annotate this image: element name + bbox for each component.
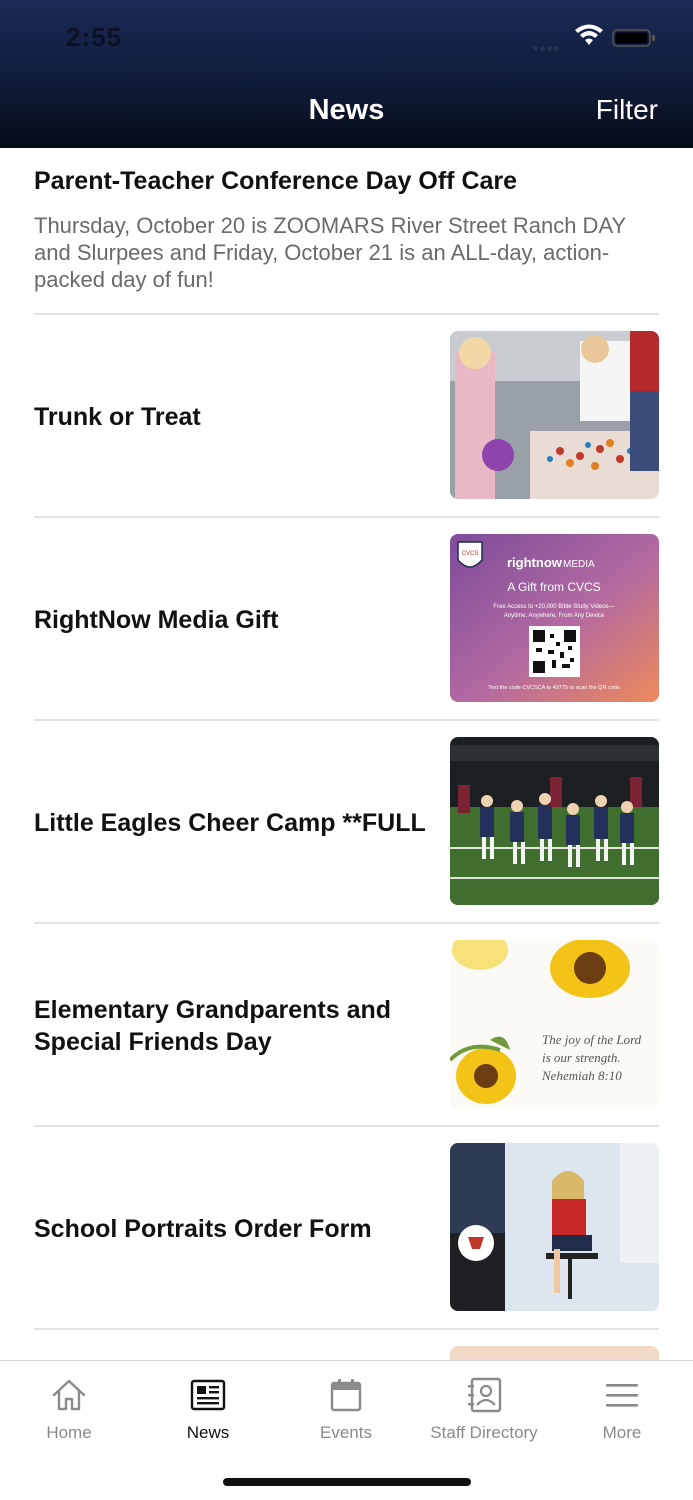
- news-item-title: Elementary Grandparents and Special Frie…: [34, 995, 392, 1056]
- news-item-cheer-camp[interactable]: Little Eagles Cheer Camp **FULL: [34, 721, 659, 924]
- hamburger-icon: [606, 1384, 638, 1407]
- news-item-rightnow-media[interactable]: RightNow Media Gift CVCS rightnow MEDIA …: [34, 518, 659, 721]
- tab-news[interactable]: News: [139, 1375, 277, 1443]
- wifi-icon: [575, 24, 603, 45]
- news-item-partial[interactable]: [34, 1330, 659, 1360]
- news-thumbnail-partial: [450, 1346, 659, 1360]
- tab-more[interactable]: More: [553, 1375, 691, 1443]
- tab-label: Home: [46, 1423, 92, 1442]
- svg-text:CVCS: CVCS: [462, 551, 479, 557]
- featured-news-item[interactable]: Parent-Teacher Conference Day Off Care T…: [34, 148, 659, 315]
- news-item-trunk-or-treat[interactable]: Trunk or Treat: [34, 315, 659, 518]
- news-thumbnail-school-portraits: [450, 1143, 659, 1311]
- tab-label: Events: [320, 1423, 372, 1442]
- news-thumbnail-trunk-or-treat: [450, 331, 659, 499]
- tab-staff-directory[interactable]: Staff Directory: [415, 1375, 553, 1443]
- svg-text:MEDIA: MEDIA: [563, 559, 595, 570]
- status-time: 2:55: [66, 22, 123, 52]
- tab-label: More: [602, 1423, 642, 1442]
- tab-label: News: [186, 1423, 230, 1442]
- svg-text:rightnow: rightnow: [507, 555, 563, 570]
- header: 2:55 News Filter: [0, 0, 693, 148]
- news-item-title: Trunk or Treat: [34, 402, 201, 431]
- contact-card-icon: [468, 1377, 502, 1413]
- news-item-title: RightNow Media Gift: [34, 605, 279, 634]
- news-thumbnail-cheer-camp: [450, 737, 659, 905]
- news-item-title: Little Eagles Cheer Camp **FULL: [34, 808, 426, 837]
- tab-home[interactable]: Home: [0, 1375, 138, 1443]
- svg-text:A Gift from CVCS: A Gift from CVCS: [507, 580, 600, 594]
- filter-button[interactable]: Filter: [596, 94, 658, 126]
- cellular-signal-icon: [533, 38, 567, 51]
- battery-icon: [612, 29, 655, 47]
- svg-text:is our strength.: is our strength.: [542, 1050, 621, 1065]
- tab-label: Staff Directory: [430, 1423, 538, 1442]
- svg-text:Text the code CVCSCA to 49775: Text the code CVCSCA to 49775 or scan th…: [488, 685, 620, 691]
- news-item-school-portraits[interactable]: School Portraits Order Form: [34, 1127, 659, 1330]
- news-thumbnail-grandparents-day: The joy of the Lord is our strength. Neh…: [450, 940, 659, 1108]
- home-indicator[interactable]: [223, 1478, 471, 1486]
- news-feed[interactable]: Parent-Teacher Conference Day Off Care T…: [0, 148, 693, 1360]
- newspaper-icon: [190, 1379, 226, 1411]
- svg-text:Anytime, Anywhere, From Any De: Anytime, Anywhere, From Any Device: [504, 613, 605, 619]
- calendar-icon: [330, 1379, 362, 1412]
- featured-summary: Thursday, October 20 is ZOOMARS River St…: [34, 213, 626, 292]
- svg-text:Free Access to +20,000 Bible S: Free Access to +20,000 Bible Study Video…: [493, 604, 614, 610]
- page-title: News: [308, 94, 385, 126]
- tab-events[interactable]: Events: [277, 1375, 415, 1443]
- home-icon: [52, 1379, 86, 1411]
- news-thumbnail-rightnow-media: CVCS rightnow MEDIA A Gift from CVCS Fre…: [450, 534, 659, 702]
- featured-title: Parent-Teacher Conference Day Off Care: [34, 167, 518, 195]
- news-item-title: School Portraits Order Form: [34, 1214, 372, 1243]
- svg-text:The joy of the Lord: The joy of the Lord: [542, 1032, 642, 1047]
- news-item-grandparents-day[interactable]: Elementary Grandparents and Special Frie…: [34, 924, 659, 1127]
- svg-text:Nehemiah 8:10: Nehemiah 8:10: [541, 1068, 622, 1083]
